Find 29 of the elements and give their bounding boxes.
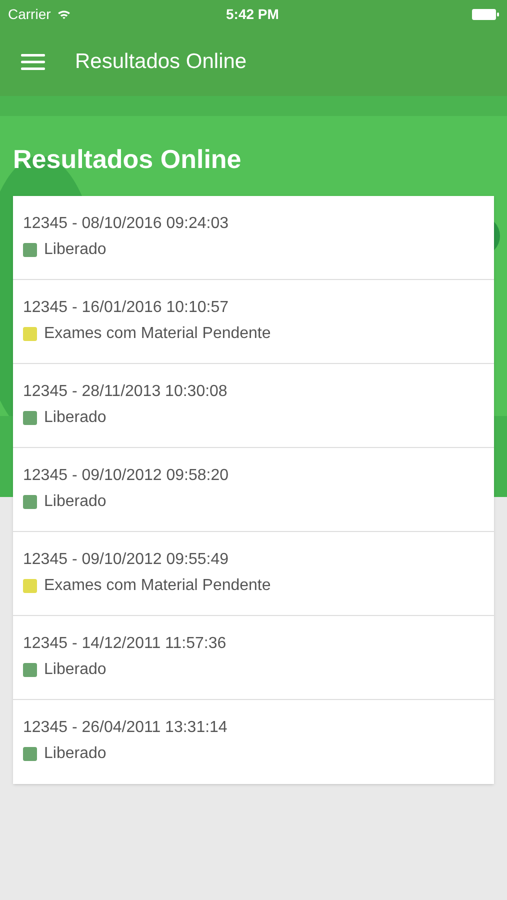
result-date: 12345 - 09/10/2012 09:55:49 [23, 550, 230, 570]
result-date: 12345 - 14/12/2011 11:57:36 [23, 634, 228, 654]
result-date: 12345 - 26/04/2011 13:31:14 [23, 718, 228, 738]
status-label: Liberado [44, 660, 106, 680]
menu-button[interactable] [20, 51, 46, 73]
clock-label: 5:42 PM [226, 4, 279, 24]
wifi-icon [56, 8, 71, 20]
result-item[interactable]: 12345 - 16/01/2016 10:10:57 Exames com Material Pendente [13, 280, 494, 364]
result-item[interactable]: 12345 - 14/12/2011 11:57:36 Liberado [13, 616, 494, 700]
status-label: Exames com Material Pendente [44, 324, 271, 344]
page-title: Resultados Online [13, 143, 242, 176]
result-date: 12345 - 16/01/2016 10:10:57 [23, 298, 230, 318]
status-label: Exames com Material Pendente [44, 576, 271, 596]
result-item[interactable]: 12345 - 26/04/2011 13:31:14 Liberado [13, 700, 494, 784]
menu-icon [21, 53, 45, 71]
nav-title: Resultados Online [75, 49, 247, 76]
carrier-label: Carrier [8, 4, 51, 24]
status-label: Liberado [44, 408, 106, 428]
status-label: Liberado [44, 492, 106, 512]
result-date: 12345 - 09/10/2012 09:58:20 [23, 466, 230, 486]
result-item[interactable]: 12345 - 09/10/2012 09:58:20 Liberado [13, 448, 494, 532]
battery-icon [472, 8, 499, 20]
result-date: 12345 - 08/10/2016 09:24:03 [23, 214, 230, 234]
status-label: Liberado [44, 744, 106, 764]
result-item[interactable]: 12345 - 28/11/2013 10:30:08 Liberado [13, 364, 494, 448]
result-item[interactable]: 12345 - 09/10/2012 09:55:49 Exames com Material Pendente [13, 532, 494, 616]
result-date: 12345 - 28/11/2013 10:30:08 [23, 382, 228, 402]
status-label: Liberado [44, 240, 106, 260]
result-item[interactable]: 12345 - 08/10/2016 09:24:03 Liberado [13, 196, 494, 280]
